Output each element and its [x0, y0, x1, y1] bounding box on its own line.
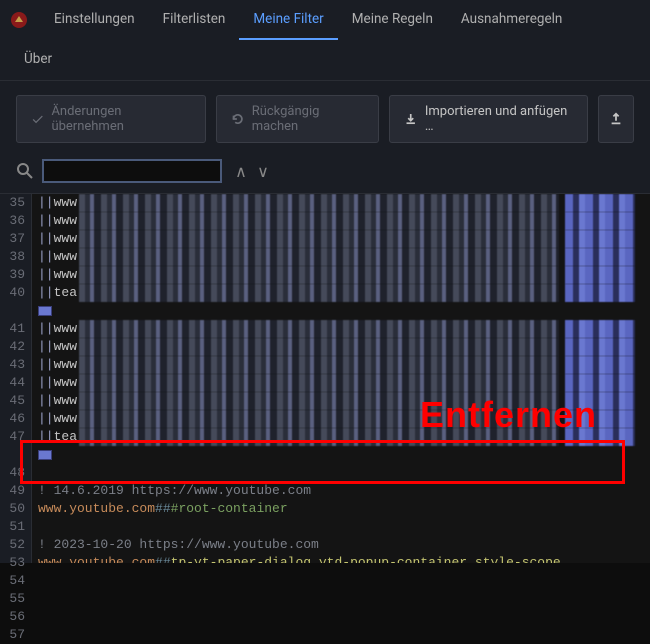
line-number: 54	[0, 572, 25, 590]
check-icon	[31, 112, 44, 126]
code-line: ||www	[38, 230, 650, 248]
search-bar: ∧ ∨	[0, 153, 650, 194]
code-line: ||www	[38, 194, 650, 212]
line-number: 47	[0, 428, 25, 446]
line-number: 40	[0, 284, 25, 302]
tab-whitelist[interactable]: Ausnahmeregeln	[447, 0, 576, 40]
line-number: 39	[0, 266, 25, 284]
line-number: 51	[0, 518, 25, 536]
code-line: ||www	[38, 410, 650, 428]
line-number: 56	[0, 608, 25, 626]
code-line: ||tea	[38, 284, 650, 302]
line-number	[0, 302, 25, 320]
line-number: 49	[0, 482, 25, 500]
tab-settings[interactable]: Einstellungen	[40, 0, 149, 40]
code-line: ||www	[38, 320, 650, 338]
line-number: 50	[0, 500, 25, 518]
search-icon	[16, 162, 34, 180]
search-next-button[interactable]: ∨	[252, 160, 274, 182]
app-logo-icon	[10, 11, 28, 29]
line-gutter: 35 36 37 38 39 40 41 42 43 44 45 46 47 4…	[0, 194, 32, 563]
revert-label: Rückgängig machen	[252, 104, 365, 134]
download-icon	[404, 112, 417, 126]
code-line: ||tea	[38, 428, 650, 446]
line-number: 42	[0, 338, 25, 356]
search-input[interactable]	[42, 159, 222, 183]
line-number: 44	[0, 374, 25, 392]
import-button[interactable]: Importieren und anfügen …	[389, 95, 588, 143]
line-number: 36	[0, 212, 25, 230]
code-line: ||www	[38, 248, 650, 266]
code-line: ! 2023-10-20 https://www.youtube.com	[38, 536, 650, 554]
tab-about[interactable]: Über	[10, 40, 66, 80]
code-area[interactable]: ||www ||www ||www ||www ||www ||tea ||ww…	[32, 194, 650, 563]
line-number: 45	[0, 392, 25, 410]
code-line: ||www	[38, 266, 650, 284]
line-number: 41	[0, 320, 25, 338]
line-number	[0, 446, 25, 464]
line-number: 53	[0, 554, 25, 572]
code-line: ! 14.6.2019 https://www.youtube.com	[38, 482, 650, 500]
code-line	[38, 446, 650, 464]
code-line: ||www	[38, 212, 650, 230]
search-nav: ∧ ∨	[230, 160, 274, 182]
tab-bar: Einstellungen Filterlisten Meine Filter …	[0, 0, 650, 81]
apply-label: Änderungen übernehmen	[51, 104, 191, 134]
line-number: 52	[0, 536, 25, 554]
revert-button[interactable]: Rückgängig machen	[216, 95, 379, 143]
code-line	[38, 464, 650, 482]
line-number: 35	[0, 194, 25, 212]
line-number: 38	[0, 248, 25, 266]
code-line: ||www	[38, 374, 650, 392]
line-number: 55	[0, 590, 25, 608]
toolbar: Änderungen übernehmen Rückgängig machen …	[0, 81, 650, 153]
code-line: www.youtube.com##tp-yt-paper-dialog.ytd-…	[38, 554, 650, 563]
line-number: 37	[0, 230, 25, 248]
code-line: ||www	[38, 338, 650, 356]
upload-icon	[609, 112, 623, 126]
code-editor[interactable]: 35 36 37 38 39 40 41 42 43 44 45 46 47 4…	[0, 194, 650, 563]
line-number: 43	[0, 356, 25, 374]
import-label: Importieren und anfügen …	[425, 104, 573, 134]
line-number: 48	[0, 464, 25, 482]
export-button[interactable]	[598, 95, 634, 143]
undo-icon	[231, 112, 244, 126]
tab-myfilters[interactable]: Meine Filter	[239, 0, 337, 40]
tab-myrules[interactable]: Meine Regeln	[338, 0, 447, 40]
tab-filterlists[interactable]: Filterlisten	[149, 0, 240, 40]
search-prev-button[interactable]: ∧	[230, 160, 252, 182]
line-number: 57	[0, 626, 25, 644]
code-line	[38, 302, 650, 320]
code-line: ||www	[38, 356, 650, 374]
code-line	[38, 518, 650, 536]
line-number: 46	[0, 410, 25, 428]
apply-button[interactable]: Änderungen übernehmen	[16, 95, 206, 143]
code-line: www.youtube.com###root-container	[38, 500, 650, 518]
code-line: ||www	[38, 392, 650, 410]
